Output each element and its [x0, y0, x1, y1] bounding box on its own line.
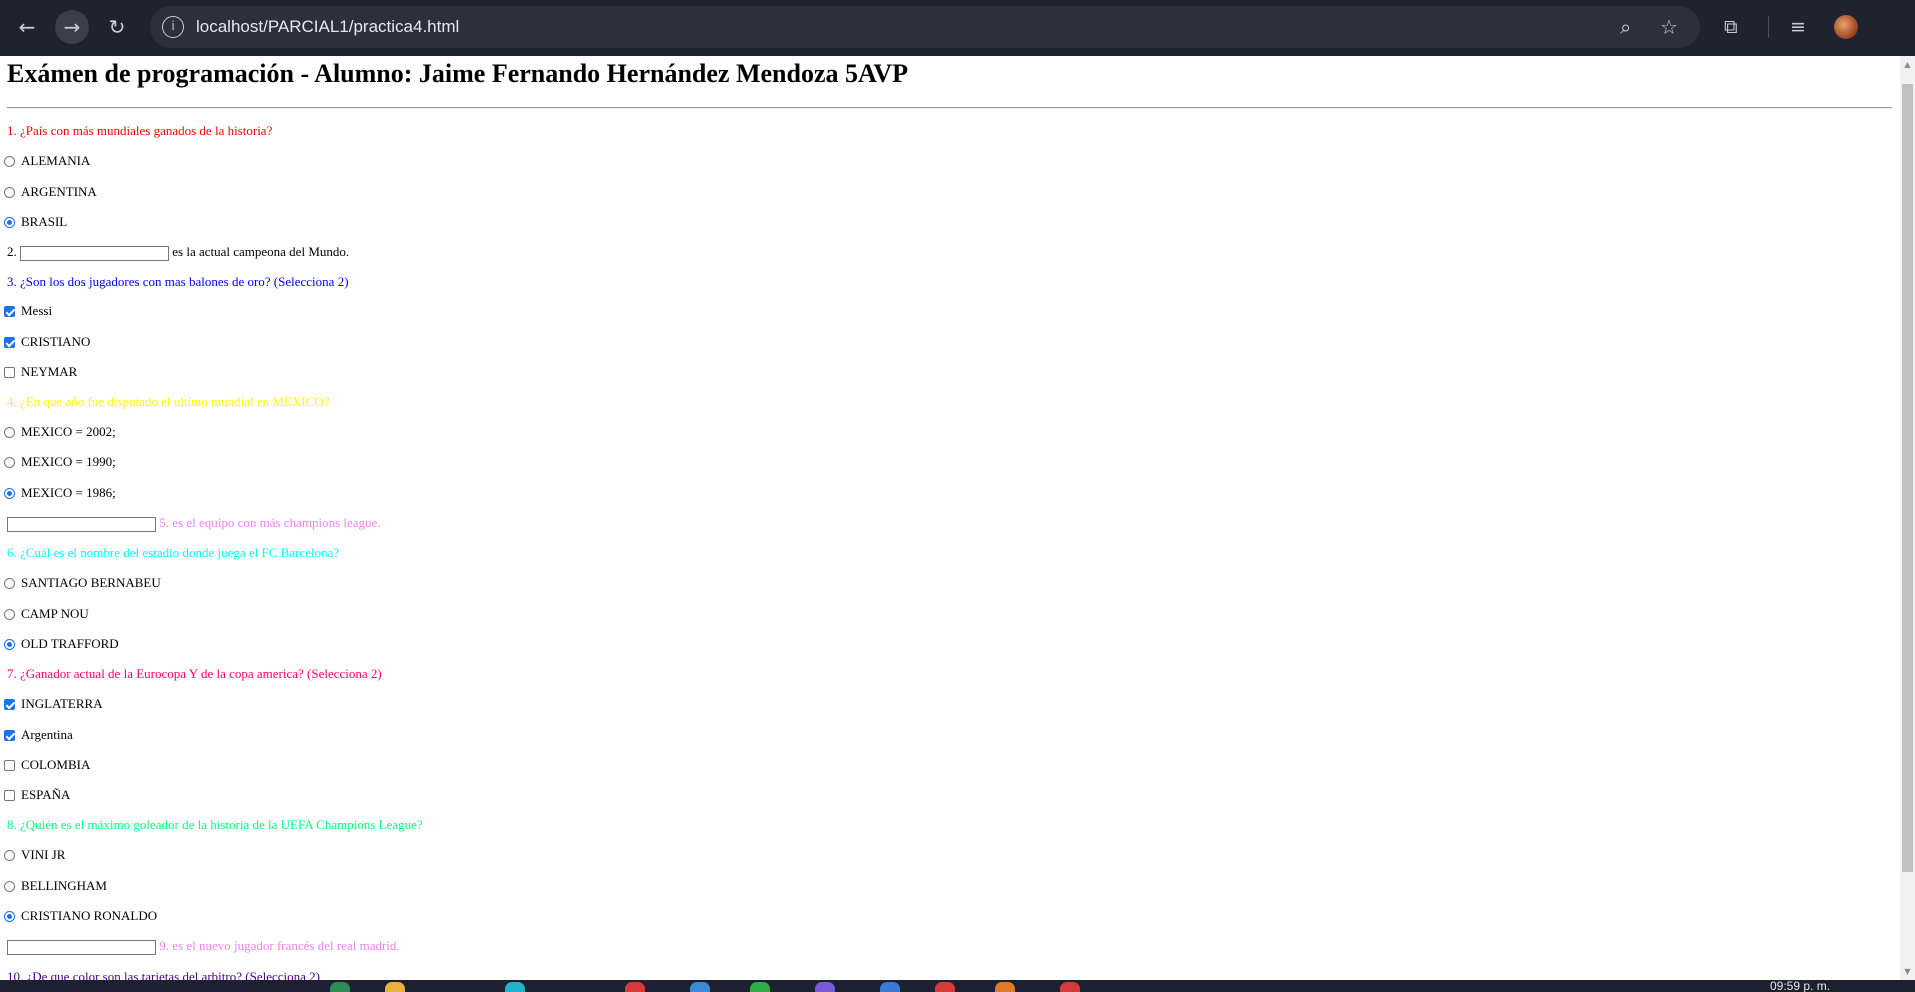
checkbox[interactable]: [4, 789, 15, 801]
forward-button[interactable]: →: [55, 10, 89, 44]
divider: [7, 107, 1892, 109]
question-2: 2. es la actual campeona del Mundo.: [7, 244, 350, 261]
checkbox-checked[interactable]: [4, 336, 15, 348]
address-bar[interactable]: i localhost/PARCIAL1/practica4.html ⌕ ☆: [150, 6, 1700, 48]
q3-option-cristiano[interactable]: CRISTIANO: [0, 334, 90, 350]
taskbar-clock[interactable]: 09:59 p. m.: [1770, 980, 1830, 992]
back-button[interactable]: ←: [10, 10, 44, 44]
radio-button-selected[interactable]: [4, 910, 15, 922]
q8-option-cristiano-ronaldo[interactable]: CRISTIANO RONALDO: [0, 908, 157, 924]
question-7: 7. ¿Ganador actual de la Eurocopa Y de l…: [7, 666, 382, 681]
radio-button[interactable]: [4, 880, 15, 892]
q5-text-input[interactable]: [7, 516, 156, 532]
radio-button[interactable]: [4, 155, 15, 167]
url-text[interactable]: localhost/PARCIAL1/practica4.html: [196, 16, 459, 38]
taskbar-app-icon[interactable]: [880, 982, 900, 992]
checkbox-checked[interactable]: [4, 698, 15, 710]
q1-option-brasil[interactable]: BRASIL: [0, 214, 67, 230]
taskbar-app-icon[interactable]: [385, 982, 405, 992]
avatar-icon[interactable]: [1834, 15, 1858, 39]
vertical-scrollbar[interactable]: ▲ ▼: [1900, 56, 1915, 980]
question-5: 5. es el equipo con más champions league…: [7, 515, 381, 532]
q6-option-bernabeu[interactable]: SANTIAGO BERNABEU: [0, 575, 161, 591]
q3-option-messi[interactable]: Messi: [0, 303, 52, 319]
reload-button[interactable]: ↻: [100, 10, 134, 44]
taskbar: 09:59 p. m.: [0, 980, 1915, 992]
radio-button[interactable]: [4, 426, 15, 438]
taskbar-app-icon[interactable]: [625, 982, 645, 992]
checkbox-checked[interactable]: [4, 305, 15, 317]
scrollbar-thumb[interactable]: [1902, 84, 1913, 872]
q6-option-old-trafford[interactable]: OLD TRAFFORD: [0, 636, 119, 652]
q8-option-bellingham[interactable]: BELLINGHAM: [0, 878, 107, 894]
arrow-right-icon: →: [63, 15, 81, 39]
browser-toolbar: ← → ↻ i localhost/PARCIAL1/practica4.htm…: [0, 0, 1915, 56]
info-icon[interactable]: i: [162, 16, 184, 38]
q8-option-vini-jr[interactable]: VINI JR: [0, 847, 65, 863]
page-title: Exámen de programación - Alumno: Jaime F…: [7, 59, 909, 88]
question-6: 6. ¿Cuál es el nombre del estadio donde …: [7, 545, 340, 560]
radio-button-selected[interactable]: [4, 638, 15, 650]
taskbar-app-icon[interactable]: [995, 982, 1015, 992]
q1-option-alemania[interactable]: ALEMANIA: [0, 153, 90, 169]
taskbar-app-icon[interactable]: [935, 982, 955, 992]
q4-option-1990[interactable]: MEXICO = 1990;: [0, 454, 116, 470]
question-10: 10. ¿De que color son las tarjetas del a…: [7, 969, 320, 980]
q3-option-neymar[interactable]: NEYMAR: [0, 364, 77, 380]
radio-button-selected[interactable]: [4, 487, 15, 499]
checkbox[interactable]: [4, 759, 15, 771]
arrow-left-icon: ←: [18, 15, 36, 39]
question-9: 9. es el nuevo jugador francés del real …: [7, 938, 400, 955]
q6-option-camp-nou[interactable]: CAMP NOU: [0, 606, 89, 622]
q7-option-argentina[interactable]: Argentina: [0, 727, 73, 743]
radio-button-selected[interactable]: [4, 216, 15, 228]
q7-option-inglaterra[interactable]: INGLATERRA: [0, 696, 103, 712]
scroll-down-icon[interactable]: ▼: [1903, 967, 1912, 976]
media-queue-icon[interactable]: ≡: [1790, 13, 1806, 41]
radio-button[interactable]: [4, 456, 15, 468]
q1-option-argentina[interactable]: ARGENTINA: [0, 184, 97, 200]
taskbar-app-icon[interactable]: [690, 982, 710, 992]
star-icon[interactable]: ☆: [1660, 14, 1678, 40]
question-1: 1. ¿País con más mundiales ganados de la…: [7, 123, 273, 138]
toolbar-divider: [1768, 16, 1769, 38]
q7-option-colombia[interactable]: COLOMBIA: [0, 757, 90, 773]
question-8: 8. ¿Quién es el máximo goleador de la hi…: [7, 817, 423, 832]
taskbar-app-icon[interactable]: [505, 982, 525, 992]
radio-button[interactable]: [4, 608, 15, 620]
page-viewport: Exámen de programación - Alumno: Jaime F…: [0, 56, 1915, 980]
scroll-up-icon[interactable]: ▲: [1903, 60, 1912, 69]
q4-option-1986[interactable]: MEXICO = 1986;: [0, 485, 116, 501]
checkbox-checked[interactable]: [4, 729, 15, 741]
reload-icon: ↻: [108, 15, 126, 39]
radio-button[interactable]: [4, 577, 15, 589]
question-4: 4. ¿En que año fue disputado el ultimo m…: [7, 394, 330, 409]
radio-button[interactable]: [4, 849, 15, 861]
radio-button[interactable]: [4, 186, 15, 198]
puzzle-icon[interactable]: ⧉: [1724, 13, 1738, 41]
taskbar-app-icon[interactable]: [815, 982, 835, 992]
q7-option-espana[interactable]: ESPAÑA: [0, 787, 70, 803]
q4-option-2002[interactable]: MEXICO = 2002;: [0, 424, 116, 440]
question-3: 3. ¿Son los dos jugadores con mas balone…: [7, 274, 349, 289]
zoom-icon[interactable]: ⌕: [1620, 14, 1631, 40]
q2-text-input[interactable]: [20, 245, 169, 261]
q9-text-input[interactable]: [7, 939, 156, 955]
taskbar-app-icon[interactable]: [1060, 982, 1080, 992]
taskbar-app-icon[interactable]: [330, 982, 350, 992]
taskbar-app-icon[interactable]: [750, 982, 770, 992]
checkbox[interactable]: [4, 366, 15, 378]
